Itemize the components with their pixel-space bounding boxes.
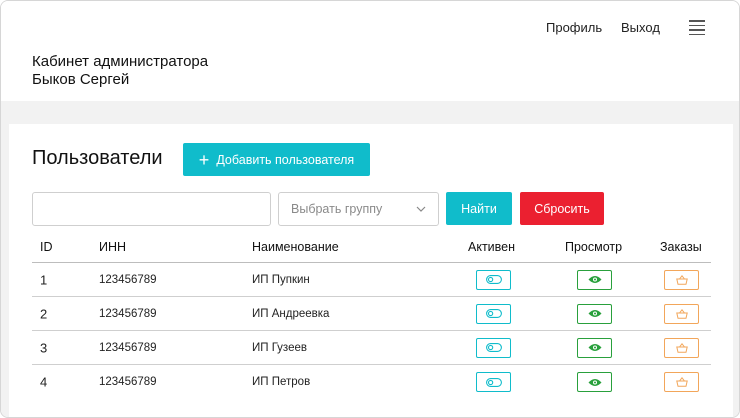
column-header-view: Просмотр	[565, 240, 623, 254]
active-toggle-button[interactable]	[476, 372, 511, 392]
add-user-button-label: Добавить пользователя	[216, 152, 355, 167]
header: Профиль Выход Кабинет администратора Бык…	[1, 1, 739, 101]
column-header-name: Наименование	[252, 240, 339, 254]
nav-link-profile[interactable]: Профиль	[546, 20, 602, 35]
row-inn: 123456789	[99, 307, 157, 320]
row-inn: 123456789	[99, 273, 157, 286]
row-name: ИП Пупкин	[252, 273, 310, 286]
plus-icon: +	[198, 149, 210, 170]
group-select-placeholder: Выбрать группу	[291, 202, 383, 216]
row-inn: 123456789	[99, 341, 157, 354]
app-window: Профиль Выход Кабинет администратора Бык…	[0, 0, 740, 418]
basket-icon	[675, 377, 688, 387]
row-name: ИП Андреевка	[252, 307, 330, 320]
column-header-active: Активен	[468, 240, 516, 254]
basket-icon	[675, 274, 688, 285]
page-title: Пользователи	[32, 147, 163, 169]
view-button[interactable]	[577, 372, 612, 392]
hamburger-menu-icon[interactable]	[689, 20, 705, 36]
nav-link-logout[interactable]: Выход	[621, 20, 660, 35]
eye-icon	[588, 310, 601, 317]
row-id: 2	[40, 306, 48, 321]
row-inn: 123456789	[99, 376, 157, 388]
table-row: 1 123456789 ИП Пупкин	[32, 263, 711, 297]
view-button[interactable]	[577, 337, 612, 358]
chevron-down-icon	[416, 206, 426, 212]
view-button[interactable]	[577, 303, 612, 324]
toggle-icon	[485, 275, 502, 284]
admin-cabinet-title: Кабинет администратора	[32, 53, 209, 70]
active-toggle-button[interactable]	[476, 269, 511, 290]
search-input[interactable]	[32, 192, 271, 226]
view-button[interactable]	[577, 269, 612, 290]
add-user-button[interactable]: + Добавить пользователя	[183, 143, 370, 176]
basket-icon	[675, 342, 688, 353]
row-name: ИП Петров	[252, 376, 311, 388]
orders-button[interactable]	[664, 303, 699, 324]
row-id: 4	[40, 374, 48, 390]
group-select[interactable]: Выбрать группу	[278, 192, 439, 226]
table-row: 2 123456789 ИП Андреевка	[32, 297, 711, 331]
toggle-icon	[485, 377, 502, 387]
find-button[interactable]: Найти	[446, 192, 512, 225]
table-header: ID ИНН Наименование Активен Просмотр Зак…	[32, 232, 711, 263]
orders-button[interactable]	[664, 372, 699, 392]
active-toggle-button[interactable]	[476, 303, 511, 324]
eye-icon	[588, 344, 601, 351]
toggle-icon	[485, 309, 502, 318]
eye-icon	[588, 276, 601, 283]
row-id: 3	[40, 340, 48, 355]
basket-icon	[675, 308, 688, 319]
column-header-inn: ИНН	[99, 240, 127, 254]
reset-button[interactable]: Сбросить	[520, 192, 604, 225]
users-table: ID ИНН Наименование Активен Просмотр Зак…	[32, 232, 711, 399]
row-name: ИП Гузеев	[252, 341, 307, 354]
orders-button[interactable]	[664, 269, 699, 290]
orders-button[interactable]	[664, 337, 699, 358]
column-header-id: ID	[40, 240, 53, 254]
column-header-orders: Заказы	[660, 240, 702, 254]
table-row: 4 123456789 ИП Петров	[32, 365, 711, 399]
admin-user-name: Быков Сергей	[32, 71, 130, 88]
row-id: 1	[40, 272, 48, 287]
eye-icon	[588, 378, 601, 386]
toggle-icon	[485, 343, 502, 352]
active-toggle-button[interactable]	[476, 337, 511, 358]
table-row: 3 123456789 ИП Гузеев	[32, 331, 711, 365]
